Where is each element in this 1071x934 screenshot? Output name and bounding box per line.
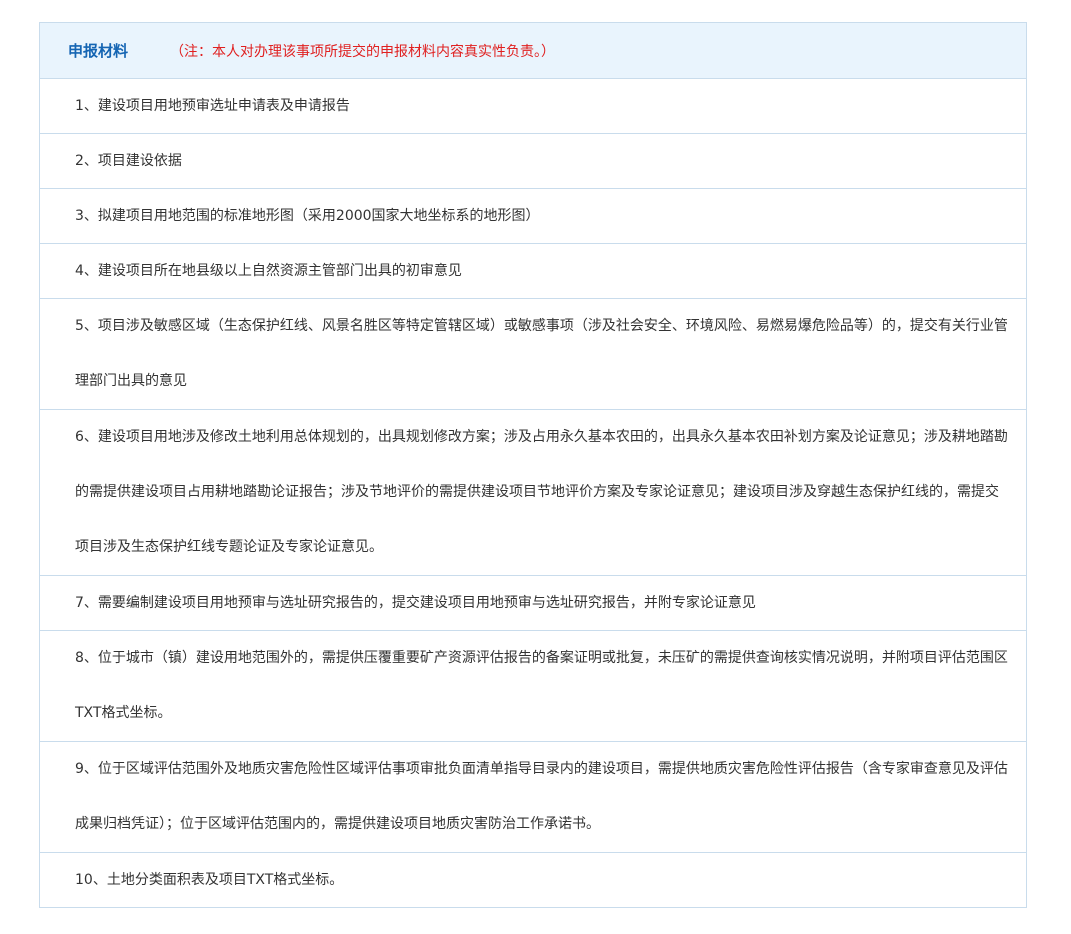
materials-panel: 申报材料 （注：本人对办理该事项所提交的申报材料内容真实性负责。） 1、建设项目…: [39, 22, 1027, 908]
material-item-10: 10、土地分类面积表及项目TXT格式坐标。: [75, 872, 344, 888]
material-item-6: 6、建设项目用地涉及修改土地利用总体规划的，出具规划修改方案；涉及占用永久基本农…: [40, 410, 1026, 576]
material-item-1: 1、建设项目用地预审选址申请表及申请报告: [40, 79, 1026, 134]
panel-title: 申报材料: [68, 42, 129, 60]
material-item-8: 8、位于城市（镇）建设用地范围外的，需提供压覆重要矿产资源评估报告的备案证明或批…: [40, 631, 1026, 742]
material-item-5: 5、项目涉及敏感区域（生态保护红线、风景名胜区等特定管辖区域）或敏感事项（涉及社…: [40, 299, 1026, 410]
responsibility-note: （注：本人对办理该事项所提交的申报材料内容真实性负责。）: [170, 43, 556, 60]
material-item-3: 3、拟建项目用地范围的标准地形图（采用2000国家大地坐标系的地形图）: [40, 189, 1026, 244]
material-item-2: 2、项目建设依据: [40, 134, 1026, 189]
panel-header: 申报材料 （注：本人对办理该事项所提交的申报材料内容真实性负责。）: [40, 23, 1026, 79]
material-item-7: 7、需要编制建设项目用地预审与选址研究报告的，提交建设项目用地预审与选址研究报告…: [40, 576, 1026, 631]
material-item-9: 9、位于区域评估范围外及地质灾害危险性区域评估事项审批负面清单指导目录内的建设项…: [40, 742, 1026, 853]
material-item-4: 4、建设项目所在地县级以上自然资源主管部门出具的初审意见: [40, 244, 1026, 299]
